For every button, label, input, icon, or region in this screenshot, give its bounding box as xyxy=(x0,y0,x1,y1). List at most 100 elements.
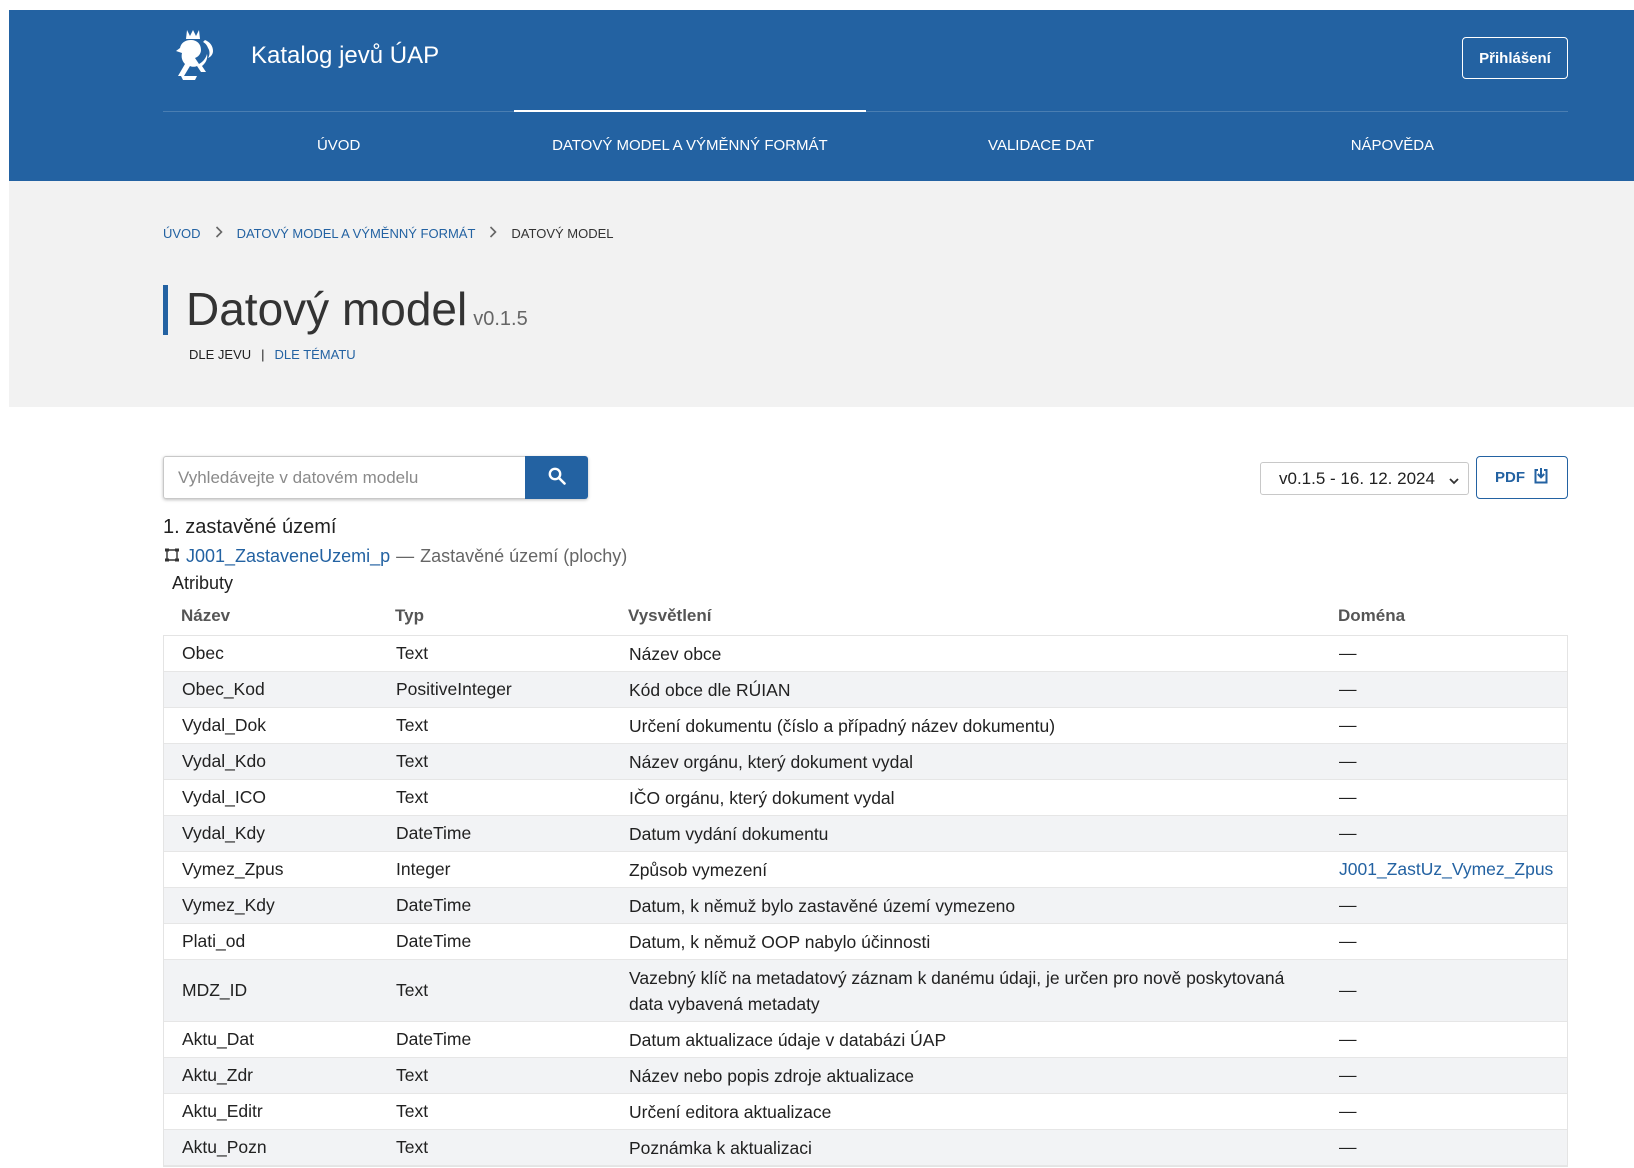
table-row: Aktu_Dat DateTime Datum aktualizace údaje … xyxy=(164,1022,1567,1058)
cell-typ: Text xyxy=(396,1065,429,1085)
column-header-domena: Doména xyxy=(1338,606,1406,625)
cell-vysvetleni: Datum, k němuž OOP nabylo účinnosti xyxy=(629,931,931,952)
cell-vysvetleni: Určení dokumentu (číslo a případný název… xyxy=(629,715,1056,736)
cell-domena: — xyxy=(1339,643,1357,663)
table-row: Vymez_Kdy DateTime Datum, k němuž bylo zas… xyxy=(164,888,1567,924)
cell-vysvetleni: Datum vydání dokumentu xyxy=(629,823,829,844)
cell-vysvetleni: Název nebo popis zdroje aktualizace xyxy=(629,1065,915,1086)
cell-nazev: Aktu_Zdr xyxy=(182,1065,253,1085)
search-bar xyxy=(163,456,588,499)
polygon-icon xyxy=(164,546,180,567)
search-button[interactable] xyxy=(525,456,588,499)
cell-nazev: Obec xyxy=(182,643,224,663)
cell-typ: Integer xyxy=(396,859,451,879)
cell-domena: — xyxy=(1339,895,1357,915)
pdf-button-label: PDF xyxy=(1495,469,1525,486)
cell-nazev: Plati_od xyxy=(182,931,246,951)
cell-domena: — xyxy=(1339,931,1357,951)
cell-domena: — xyxy=(1339,679,1357,699)
attributes-label: Atributy xyxy=(172,573,234,593)
cell-domena: — xyxy=(1339,980,1357,1000)
chevron-down-icon xyxy=(1448,472,1460,492)
view-switcher: DLE JEVU | DLE TÉMATU xyxy=(189,347,356,362)
feature-description: Zastavěné území (plochy) xyxy=(420,546,628,566)
version-select-value: v0.1.5 - 16. 12. 2024 xyxy=(1279,468,1435,488)
cell-typ: Text xyxy=(396,787,429,807)
cell-domena: — xyxy=(1339,787,1357,807)
app-title[interactable]: Katalog jevů ÚAP xyxy=(251,41,439,71)
cell-typ: PositiveInteger xyxy=(396,679,512,699)
cell-vysvetleni: Vazebný klíč na metadatový záznam k dané… xyxy=(629,967,1285,1014)
version-select[interactable]: v0.1.5 - 16. 12. 2024 xyxy=(1260,462,1469,495)
cell-vysvetleni: Kód obce dle RÚIAN xyxy=(629,679,791,700)
site-header: Katalog jevů ÚAP Přihlášení ÚVOD DATOVÝ … xyxy=(9,10,1634,181)
table-row: Obec_Kod PositiveInteger Kód obce dle RÚIA… xyxy=(164,672,1567,708)
cell-domena: — xyxy=(1339,1137,1357,1157)
cell-nazev: Vydal_Kdy xyxy=(182,823,266,843)
search-icon xyxy=(548,467,566,488)
table-row: Vydal_Dok Text Určení dokumentu (číslo a p… xyxy=(164,708,1567,744)
breadcrumb: ÚVOD DATOVÝ MODEL A VÝMĚNNÝ FORMÁT DATOV… xyxy=(163,225,614,241)
cell-nazev: Vymez_Zpus xyxy=(182,859,284,879)
chevron-right-icon xyxy=(489,225,498,241)
cell-nazev: Aktu_Dat xyxy=(182,1029,254,1049)
breadcrumb-link-uvod[interactable]: ÚVOD xyxy=(163,226,201,241)
cell-nazev: Vydal_Dok xyxy=(182,715,266,735)
cell-vysvetleni: Název orgánu, který dokument vydal xyxy=(629,751,914,772)
cell-nazev: Aktu_Editr xyxy=(182,1101,263,1121)
nav-item-uvod[interactable]: ÚVOD xyxy=(163,110,514,181)
cell-typ: Text xyxy=(396,980,429,1000)
search-input[interactable] xyxy=(163,456,525,499)
cell-typ: DateTime xyxy=(396,1029,472,1049)
cell-typ: Text xyxy=(396,715,429,735)
domain-link[interactable]: J001_ZastUz_Vymez_Zpus xyxy=(1319,859,1567,880)
column-header-nazev: Název xyxy=(181,606,231,625)
nav-item-validace-dat[interactable]: VALIDACE DAT xyxy=(866,110,1217,181)
cell-typ: Text xyxy=(396,1137,429,1157)
cell-nazev: Aktu_Pozn xyxy=(182,1137,267,1157)
attributes-table: Obec Text Název obce — Obec_Kod PositiveInteg… xyxy=(163,635,1568,1167)
cell-typ: DateTime xyxy=(396,895,472,915)
cell-nazev: Vydal_Kdo xyxy=(182,751,266,771)
chevron-right-icon xyxy=(215,225,223,241)
feature-line: J001_ZastaveneUzemi_p — Zastavěné území … xyxy=(164,546,627,567)
table-row: Vymez_Zpus Integer Způsob vymezení J001_Zas… xyxy=(164,852,1567,888)
breadcrumb-link-datovy-model-a-format[interactable]: DATOVÝ MODEL A VÝMĚNNÝ FORMÁT xyxy=(237,226,476,241)
table-row: Vydal_Kdy DateTime Datum vydání dokumentu — xyxy=(164,816,1567,852)
view-dle-tematu[interactable]: DLE TÉMATU xyxy=(275,347,356,362)
table-row: Aktu_Zdr Text Název nebo popis zdroje aktu… xyxy=(164,1058,1567,1094)
feature-code-link[interactable]: J001_ZastaveneUzemi_p xyxy=(186,546,390,567)
table-row: Vydal_ICO Text IČO orgánu, který dokument … xyxy=(164,780,1567,816)
czech-lion-emblem-icon[interactable] xyxy=(169,26,221,90)
table-row: Plati_od DateTime Datum, k němuž OOP nabyl… xyxy=(164,924,1567,960)
cell-domena: — xyxy=(1339,1065,1357,1085)
cell-domena: — xyxy=(1339,1101,1357,1121)
download-icon xyxy=(1533,467,1549,488)
nav-item-napoveda[interactable]: NÁPOVĚDA xyxy=(1217,110,1568,181)
page-title: Datový model v0.1.5 xyxy=(186,281,528,347)
login-button[interactable]: Přihlášení xyxy=(1462,37,1568,79)
cell-vysvetleni: Poznámka k aktualizaci xyxy=(629,1137,812,1158)
cell-vysvetleni: Datum, k němuž bylo zastavěné území vyme… xyxy=(629,895,1016,916)
cell-vysvetleni: Datum aktualizace údaje v databázi ÚAP xyxy=(629,1029,947,1050)
cell-nazev: Obec_Kod xyxy=(182,679,265,699)
cell-vysvetleni: Určení editora aktualizace xyxy=(629,1101,832,1122)
cell-typ: DateTime xyxy=(396,823,472,843)
page-heading-band: ÚVOD DATOVÝ MODEL A VÝMĚNNÝ FORMÁT DATOV… xyxy=(9,181,1634,407)
cell-vysvetleni: Název obce xyxy=(629,643,722,664)
cell-vysvetleni: Způsob vymezení xyxy=(629,859,768,880)
cell-typ: Text xyxy=(396,643,429,663)
section-title: 1. zastavěné území xyxy=(163,516,337,538)
cell-typ: DateTime xyxy=(396,931,472,951)
page-version: v0.1.5 xyxy=(473,308,528,330)
cell-domena: — xyxy=(1339,751,1357,771)
pdf-download-button[interactable]: PDF xyxy=(1476,456,1568,499)
nav-item-datovy-model[interactable]: DATOVÝ MODEL A VÝMĚNNÝ FORMÁT xyxy=(514,110,866,181)
table-row: Aktu_Editr Text Určení editora aktualizace… xyxy=(164,1094,1567,1130)
cell-typ: Text xyxy=(396,751,429,771)
page-frame: Katalog jevů ÚAP Přihlášení ÚVOD DATOVÝ … xyxy=(9,10,1634,1168)
table-row: Aktu_Pozn Text Poznámka k aktualizaci — xyxy=(164,1130,1567,1166)
column-header-typ: Typ xyxy=(395,606,424,625)
cell-domena: — xyxy=(1339,715,1357,735)
table-row: Vydal_Kdo Text Název orgánu, který dokumen… xyxy=(164,744,1567,780)
